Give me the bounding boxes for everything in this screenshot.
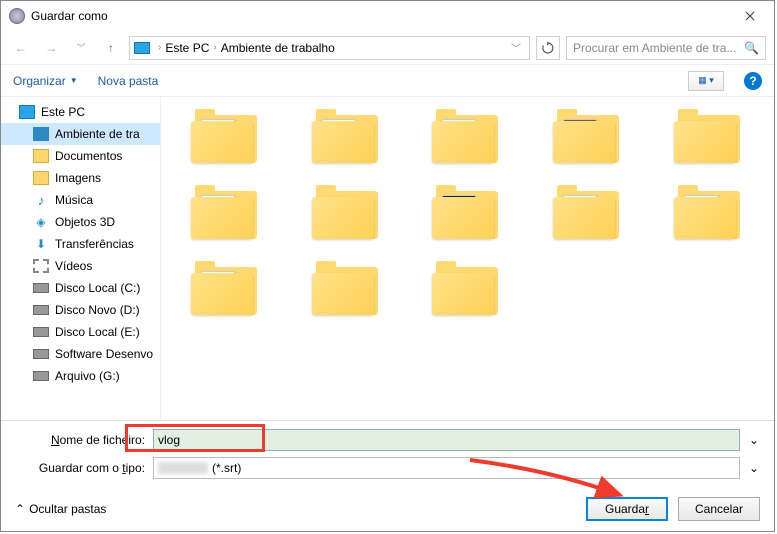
- forward-button[interactable]: →: [39, 36, 63, 60]
- chevron-right-icon: ›: [154, 42, 165, 53]
- folder-item[interactable]: [171, 259, 282, 315]
- sidebar-root-pc[interactable]: Este PC: [1, 101, 160, 123]
- folder-item[interactable]: [412, 183, 523, 239]
- new-folder-button[interactable]: Nova pasta: [98, 74, 159, 88]
- folder-icon: [312, 259, 382, 315]
- folder-item[interactable]: [171, 183, 282, 239]
- breadcrumb-root[interactable]: Este PC: [165, 41, 209, 55]
- folder-icon: [191, 259, 261, 315]
- sidebar-item-8[interactable]: Disco Novo (D:): [1, 299, 160, 321]
- navbar: ← → ﹀ ↑ › Este PC › Ambiente de trabalho…: [1, 31, 774, 65]
- cube-icon: ◈: [33, 215, 49, 229]
- folder-icon: [33, 149, 49, 163]
- sidebar: Este PC Ambiente de traDocumentosImagens…: [1, 97, 161, 420]
- chevron-down-icon: ▼: [70, 76, 78, 85]
- folder-icon: [432, 259, 502, 315]
- folder-item[interactable]: [292, 183, 403, 239]
- sidebar-item-2[interactable]: Imagens: [1, 167, 160, 189]
- filetype-label: Guardar com o tipo:: [15, 461, 145, 475]
- filename-label: Nome de ficheiro:: [15, 433, 145, 447]
- folder-icon: Abg: [674, 183, 744, 239]
- folder-icon: [191, 183, 261, 239]
- chevron-down-icon[interactable]: ﹀: [507, 40, 525, 55]
- folder-item[interactable]: epdf: [533, 183, 644, 239]
- hide-folders-toggle[interactable]: ⌃ Ocultar pastas: [15, 502, 106, 516]
- folder-icon: [432, 107, 502, 163]
- sidebar-item-4[interactable]: ◈Objetos 3D: [1, 211, 160, 233]
- save-options: Nome de ficheiro: ⌄ Guardar com o tipo: …: [1, 420, 774, 487]
- folder-icon: [432, 183, 502, 239]
- disk-icon: [33, 327, 49, 337]
- chevron-up-icon: ⌃: [15, 502, 25, 516]
- disk-icon: [33, 305, 49, 315]
- window-title: Guardar como: [31, 9, 730, 23]
- folder-item[interactable]: [412, 107, 523, 163]
- folder-icon: epdf: [191, 107, 261, 163]
- pc-icon: [19, 105, 35, 119]
- disk-icon: [33, 371, 49, 381]
- sidebar-item-11[interactable]: Arquivo (G:): [1, 365, 160, 387]
- search-placeholder: Procurar em Ambiente de tra...: [573, 41, 744, 55]
- up-button[interactable]: ↑: [99, 36, 123, 60]
- app-icon: [9, 8, 25, 24]
- filename-dropdown[interactable]: ⌄: [748, 433, 760, 447]
- toolbar: Organizar ▼ Nova pasta ▦ ▾ ?: [1, 65, 774, 97]
- folder-item[interactable]: [653, 107, 764, 163]
- footer: ⌃ Ocultar pastas Guardar Cancelar: [1, 487, 774, 531]
- breadcrumb[interactable]: › Este PC › Ambiente de trabalho ﹀: [129, 36, 530, 60]
- back-button[interactable]: ←: [9, 36, 33, 60]
- folder-item[interactable]: [292, 107, 403, 163]
- sidebar-item-5[interactable]: ⬇Transferências: [1, 233, 160, 255]
- music-icon: ♪: [33, 193, 49, 207]
- filetype-dropdown[interactable]: ⌄: [748, 461, 760, 475]
- video-icon: [33, 259, 49, 273]
- folder-icon: [312, 183, 382, 239]
- sidebar-item-1[interactable]: Documentos: [1, 145, 160, 167]
- disk-icon: [33, 349, 49, 359]
- folder-icon: [312, 107, 382, 163]
- folder-icon: epdf: [553, 183, 623, 239]
- filename-input[interactable]: [153, 429, 740, 451]
- sidebar-item-3[interactable]: ♪Música: [1, 189, 160, 211]
- folder-item[interactable]: [533, 107, 644, 163]
- close-button[interactable]: [730, 1, 770, 31]
- down-icon: ⬇: [33, 237, 49, 251]
- sidebar-item-10[interactable]: Software Desenvo: [1, 343, 160, 365]
- search-icon: 🔍: [744, 41, 759, 55]
- monitor-icon: [33, 127, 49, 141]
- view-options-button[interactable]: ▦ ▾: [688, 71, 724, 91]
- folder-item[interactable]: [412, 259, 523, 315]
- organize-menu[interactable]: Organizar ▼: [13, 74, 78, 88]
- help-button[interactable]: ?: [744, 72, 762, 90]
- folder-icon: [553, 107, 623, 163]
- refresh-button[interactable]: [536, 36, 560, 60]
- save-button[interactable]: Guardar: [586, 497, 668, 521]
- folder-icon: [33, 171, 49, 185]
- breadcrumb-folder[interactable]: Ambiente de trabalho: [221, 41, 335, 55]
- refresh-icon: [542, 42, 554, 54]
- sidebar-item-9[interactable]: Disco Local (E:): [1, 321, 160, 343]
- cancel-button[interactable]: Cancelar: [678, 497, 760, 521]
- titlebar: Guardar como: [1, 1, 774, 31]
- folder-item[interactable]: epdf: [171, 107, 282, 163]
- sidebar-item-0[interactable]: Ambiente de tra: [1, 123, 160, 145]
- close-icon: [745, 11, 755, 21]
- disk-icon: [33, 283, 49, 293]
- folder-item[interactable]: [292, 259, 403, 315]
- filetype-select[interactable]: (*.srt): [153, 457, 740, 479]
- sidebar-item-7[interactable]: Disco Local (C:): [1, 277, 160, 299]
- file-view[interactable]: epdf epdf Abg: [161, 97, 774, 420]
- chevron-right-icon: ›: [209, 42, 220, 53]
- pc-icon: [134, 42, 150, 54]
- sidebar-item-6[interactable]: Vídeos: [1, 255, 160, 277]
- folder-icon: [674, 107, 744, 163]
- search-input[interactable]: Procurar em Ambiente de tra... 🔍: [566, 36, 766, 60]
- folder-item[interactable]: Abg: [653, 183, 764, 239]
- recent-locations-dropdown[interactable]: ﹀: [69, 36, 93, 60]
